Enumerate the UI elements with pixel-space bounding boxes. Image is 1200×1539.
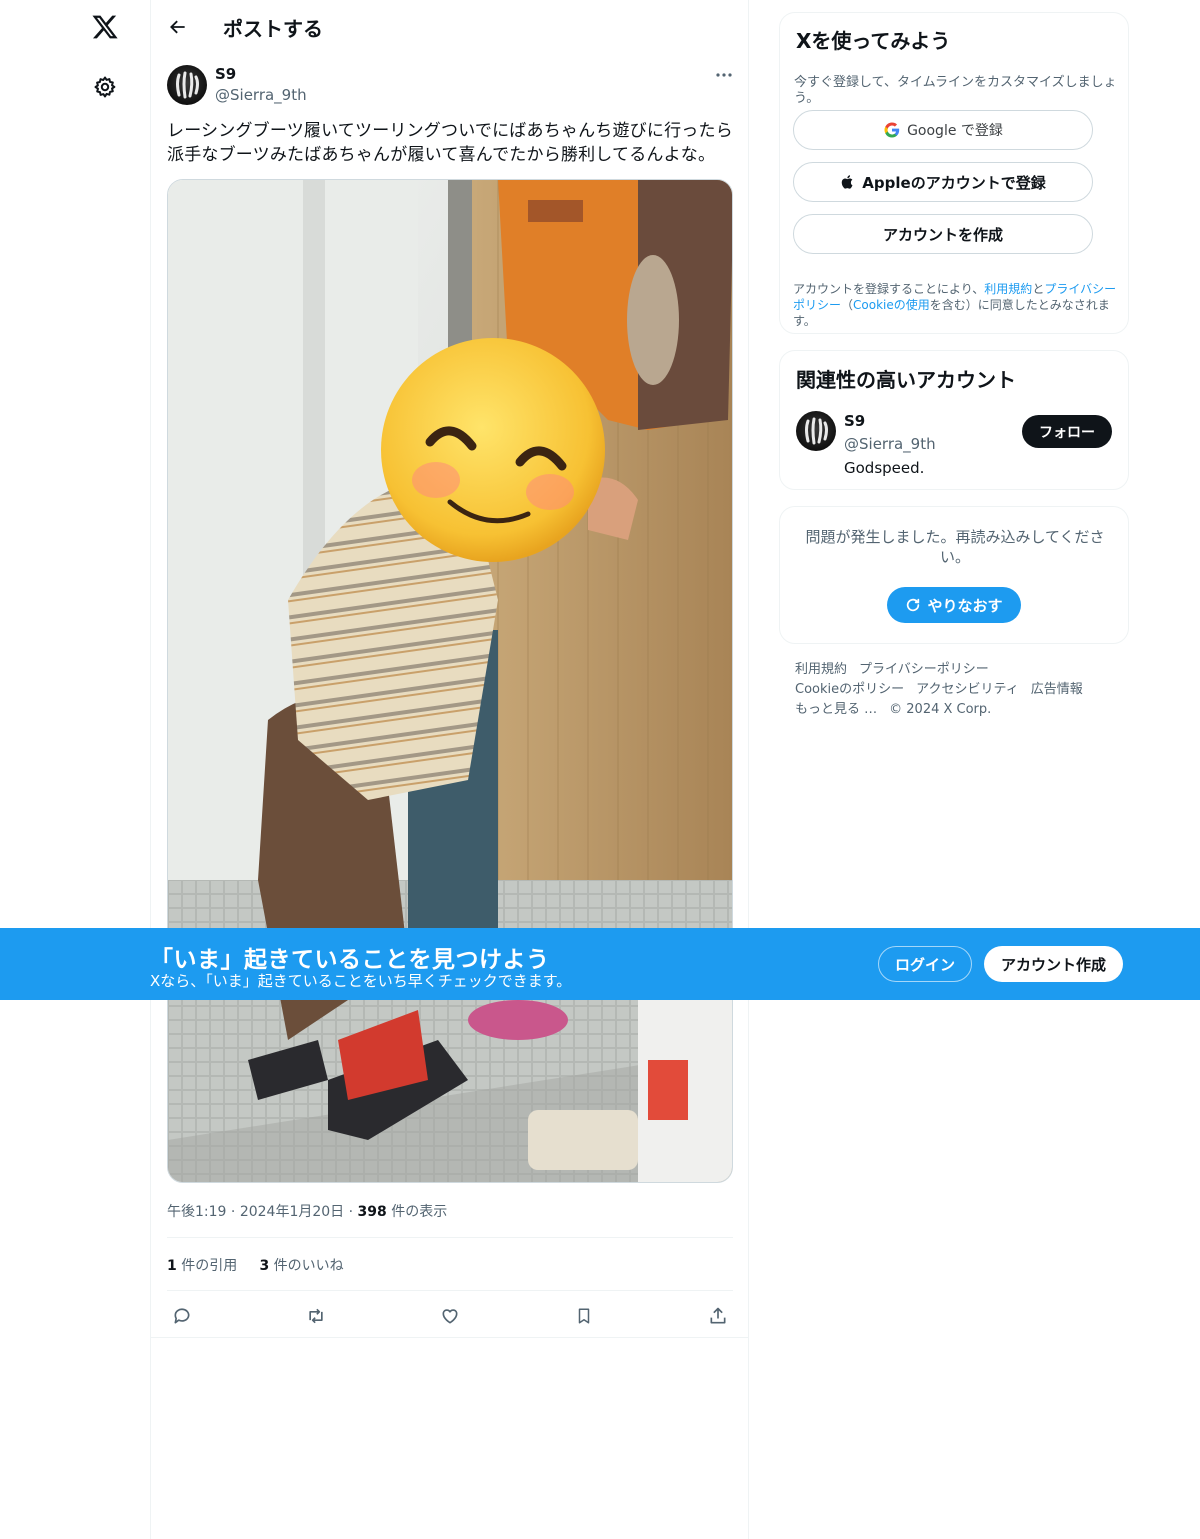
signup-banner: 「いま」起きていることを見つけよう Xなら、「いま」起きていることをいち早くチェ… bbox=[0, 928, 1200, 1000]
create-account-label: アカウントを作成 bbox=[882, 225, 1003, 244]
legal-and: と bbox=[1032, 282, 1045, 296]
footer-link-accessibility[interactable]: アクセシビリティ bbox=[916, 682, 1019, 697]
cookie-link[interactable]: Cookieの使用 bbox=[853, 298, 930, 312]
page-title: ポストする bbox=[223, 17, 323, 41]
footer-link-more[interactable]: もっと見る … bbox=[795, 702, 877, 717]
post-text: レーシングブーツ履いてツーリングついでにばあちゃんち遊びに行ったら派手なブーツみ… bbox=[167, 121, 733, 165]
share-icon[interactable] bbox=[704, 1302, 732, 1330]
reply-icon[interactable] bbox=[168, 1302, 196, 1330]
post-date[interactable]: 2024年1月20日 bbox=[240, 1204, 344, 1220]
create-account-button[interactable]: アカウントを作成 bbox=[793, 214, 1093, 254]
google-signup-label: Google で登録 bbox=[907, 123, 1003, 139]
post-actions bbox=[167, 1298, 733, 1332]
apple-signup-label: Appleのアカウントで登録 bbox=[862, 173, 1046, 192]
likes-label: 件のいいね bbox=[273, 1258, 344, 1274]
retry-button[interactable]: やりなおす bbox=[887, 587, 1021, 623]
likes-count: 3 bbox=[259, 1258, 270, 1274]
views-label: 件の表示 bbox=[391, 1204, 448, 1220]
bookmark-icon[interactable] bbox=[570, 1302, 598, 1330]
google-icon bbox=[884, 122, 900, 138]
author-name[interactable]: S9 bbox=[215, 65, 236, 83]
gear-icon[interactable] bbox=[88, 70, 122, 104]
meta-dot: · bbox=[348, 1204, 358, 1220]
terms-link[interactable]: 利用規約 bbox=[984, 282, 1032, 296]
account-name[interactable]: S9 bbox=[844, 412, 865, 430]
x-logo-icon[interactable] bbox=[86, 8, 124, 46]
main-column: ポストする S9 @Sierra_9th レーシングブーツ履いてツーリングついで… bbox=[150, 0, 749, 1539]
signup-card-title: Xを使ってみよう bbox=[796, 29, 951, 53]
login-button[interactable]: ログイン bbox=[878, 946, 972, 982]
avatar[interactable] bbox=[796, 411, 836, 451]
meta-dot: · bbox=[230, 1204, 240, 1220]
more-options-icon[interactable] bbox=[711, 66, 737, 84]
post-meta: 午後1:19 · 2024年1月20日 · 398 件の表示 bbox=[167, 1201, 447, 1221]
divider bbox=[167, 1290, 733, 1291]
apple-icon bbox=[842, 175, 853, 189]
relevant-card-title: 関連性の高いアカウント bbox=[796, 368, 1016, 392]
signup-card-subtitle: 今すぐ登録して、タイムラインをカスタマイズしましょう。 bbox=[794, 75, 1117, 106]
legal-prefix: アカウントを登録することにより、 bbox=[793, 282, 985, 296]
top-bar: ポストする bbox=[151, 0, 749, 53]
like-icon[interactable] bbox=[436, 1302, 464, 1330]
author-handle[interactable]: @Sierra_9th bbox=[215, 86, 307, 104]
banner-title: 「いま」起きていることを見つけよう bbox=[150, 947, 550, 973]
legal-mid: （ bbox=[841, 298, 854, 312]
footer-link-terms[interactable]: 利用規約 bbox=[795, 662, 847, 677]
retry-label: やりなおす bbox=[927, 596, 1003, 615]
quotes-stat[interactable]: 1 件の引用 bbox=[167, 1258, 237, 1274]
legal-text: アカウントを登録することにより、利用規約とプライバシーポリシー（Cookieの使… bbox=[793, 281, 1123, 329]
relevant-accounts-card: 関連性の高いアカウント S9 @Sierra_9th Godspeed. フォロ… bbox=[779, 350, 1129, 490]
refresh-icon bbox=[907, 598, 920, 612]
account-handle[interactable]: @Sierra_9th bbox=[844, 435, 936, 453]
error-card: 問題が発生しました。再読み込みしてください。 やりなおす bbox=[779, 506, 1129, 644]
quotes-label: 件の引用 bbox=[181, 1258, 238, 1274]
photo-illustration bbox=[168, 180, 732, 1182]
quotes-count: 1 bbox=[167, 1258, 177, 1274]
repost-icon[interactable] bbox=[302, 1302, 330, 1330]
signup-button[interactable]: アカウント作成 bbox=[984, 946, 1123, 982]
avatar[interactable] bbox=[167, 65, 207, 105]
google-signup-button[interactable]: Google で登録 bbox=[793, 110, 1093, 150]
arrow-left-icon[interactable] bbox=[163, 12, 193, 42]
post-photo[interactable] bbox=[167, 179, 733, 1183]
footer-copyright: © 2024 X Corp. bbox=[889, 702, 992, 717]
divider bbox=[151, 1337, 749, 1338]
post-stats: 1 件の引用 3 件のいいね bbox=[167, 1255, 344, 1275]
footer-link-cookies[interactable]: Cookieのポリシー bbox=[795, 682, 904, 697]
account-bio: Godspeed. bbox=[844, 459, 925, 477]
error-message: 問題が発生しました。再読み込みしてください。 bbox=[805, 528, 1105, 566]
banner-subtitle: Xなら、「いま」起きていることをいち早くチェックできます。 bbox=[150, 972, 572, 990]
follow-button[interactable]: フォロー bbox=[1022, 415, 1112, 448]
footer-link-ads[interactable]: 広告情報 bbox=[1031, 682, 1083, 697]
footer-links: 利用規約 プライバシーポリシー Cookieのポリシー アクセシビリティ 広告情報 も… bbox=[795, 660, 1125, 720]
footer-link-privacy[interactable]: プライバシーポリシー bbox=[859, 662, 989, 677]
signup-card: Xを使ってみよう 今すぐ登録して、タイムラインをカスタマイズしましょう。 Goo… bbox=[779, 12, 1129, 334]
left-rail bbox=[0, 0, 150, 1539]
likes-stat[interactable]: 3 件のいいね bbox=[259, 1258, 343, 1274]
divider bbox=[167, 1237, 733, 1238]
post-time[interactable]: 午後1:19 bbox=[167, 1204, 226, 1220]
apple-signup-button[interactable]: Appleのアカウントで登録 bbox=[793, 162, 1093, 202]
views-count: 398 bbox=[357, 1204, 387, 1220]
